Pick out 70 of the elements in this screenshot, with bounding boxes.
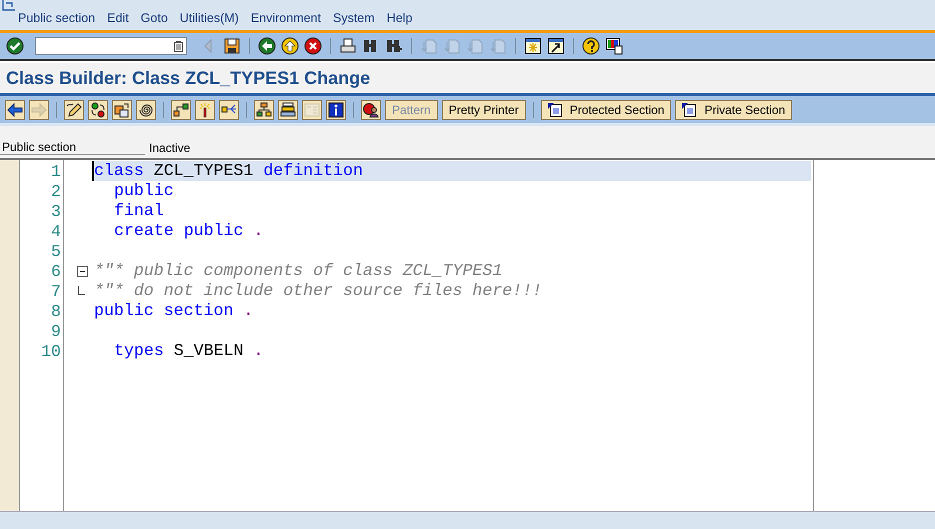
- menu-item[interactable]: Environment: [250, 11, 321, 25]
- menu-item[interactable]: Goto: [140, 11, 168, 25]
- line-number: 5: [50, 242, 61, 260]
- code-text: create public .: [113, 221, 264, 241]
- toolbar-button[interactable]: [64, 100, 84, 120]
- menu-item[interactable]: System: [333, 11, 375, 25]
- info-icon: [328, 102, 344, 118]
- code-text: types S_VBELN .: [113, 341, 264, 361]
- toolbar-button[interactable]: [88, 100, 108, 120]
- line-number: 8: [50, 302, 61, 320]
- toolbar-button[interactable]: Pretty Printer: [442, 100, 526, 120]
- line-number: 4: [50, 222, 61, 240]
- toolbar-button[interactable]: Private Section: [675, 100, 792, 120]
- code-text: final: [113, 201, 165, 221]
- line-number: 1: [50, 162, 61, 180]
- line-number: 6: [50, 262, 61, 280]
- squares-icon: [114, 102, 130, 118]
- toolbar-button[interactable]: [171, 100, 191, 120]
- screen-title: Class Builder: Class ZCL_TYPES1 Change: [6, 68, 370, 88]
- toolbar-button[interactable]: Protected Section: [540, 100, 672, 120]
- forward-arrow-icon: [31, 102, 47, 118]
- menu-item[interactable]: Utilities(M): [180, 11, 239, 25]
- form-icon: [304, 102, 320, 118]
- dots-icon: [90, 102, 106, 118]
- code-text: public: [113, 181, 175, 201]
- menu-item[interactable]: Edit: [107, 11, 129, 25]
- checkmark-icon[interactable]: [6, 37, 24, 55]
- code-text: public section .: [93, 301, 254, 321]
- toolbar-button[interactable]: [195, 100, 215, 120]
- section-field[interactable]: Public section: [0, 140, 145, 155]
- menu-item[interactable]: Help: [386, 11, 412, 25]
- toolbar-button[interactable]: [278, 100, 298, 120]
- document-icon: [548, 102, 562, 116]
- code-text: class ZCL_TYPES1 definition: [92, 161, 811, 181]
- line-number: 7: [50, 282, 61, 300]
- binoculars-plus-icon[interactable]: [385, 37, 403, 55]
- monitor-icon[interactable]: [605, 37, 623, 55]
- toolbar-button[interactable]: [326, 100, 346, 120]
- toolbar-button[interactable]: [361, 100, 381, 120]
- help-icon[interactable]: [582, 37, 600, 55]
- line-number: 10: [40, 342, 61, 360]
- status-text: Inactive: [149, 141, 190, 155]
- toolbar-button[interactable]: [112, 100, 132, 120]
- stop-sign-icon: [363, 102, 379, 118]
- branch-icon: [173, 102, 189, 118]
- menu-item[interactable]: Public section: [18, 11, 96, 25]
- toolbar-button[interactable]: [136, 100, 156, 120]
- stack-icon: [280, 102, 296, 118]
- new-window-icon[interactable]: [524, 37, 542, 55]
- shortcut-icon[interactable]: [547, 37, 565, 55]
- code-text: *"* public components of class ZCL_TYPES1: [93, 261, 504, 281]
- menu-icon[interactable]: [2, 0, 16, 11]
- line-number: 9: [50, 322, 61, 340]
- line-number: 3: [50, 202, 61, 220]
- toolbar-button[interactable]: [5, 100, 25, 120]
- back-arrow-icon: [7, 102, 23, 118]
- collapse-icon[interactable]: [77, 266, 88, 276]
- toolbar-button[interactable]: [219, 100, 239, 120]
- toolbar-button[interactable]: [254, 100, 274, 120]
- line-number: 2: [50, 182, 61, 200]
- hierarchy-icon: [256, 102, 272, 118]
- command-field[interactable]: [35, 37, 187, 55]
- printer-icon[interactable]: [339, 37, 357, 55]
- code-text: *"* do not include other source files here!!!: [93, 281, 544, 301]
- cancel-icon[interactable]: [304, 37, 322, 55]
- wand-icon: [197, 102, 213, 118]
- history-icon[interactable]: [174, 40, 183, 52]
- pencil-icon: [66, 102, 82, 118]
- document-icon: [682, 102, 696, 116]
- spiral-icon: [138, 102, 154, 118]
